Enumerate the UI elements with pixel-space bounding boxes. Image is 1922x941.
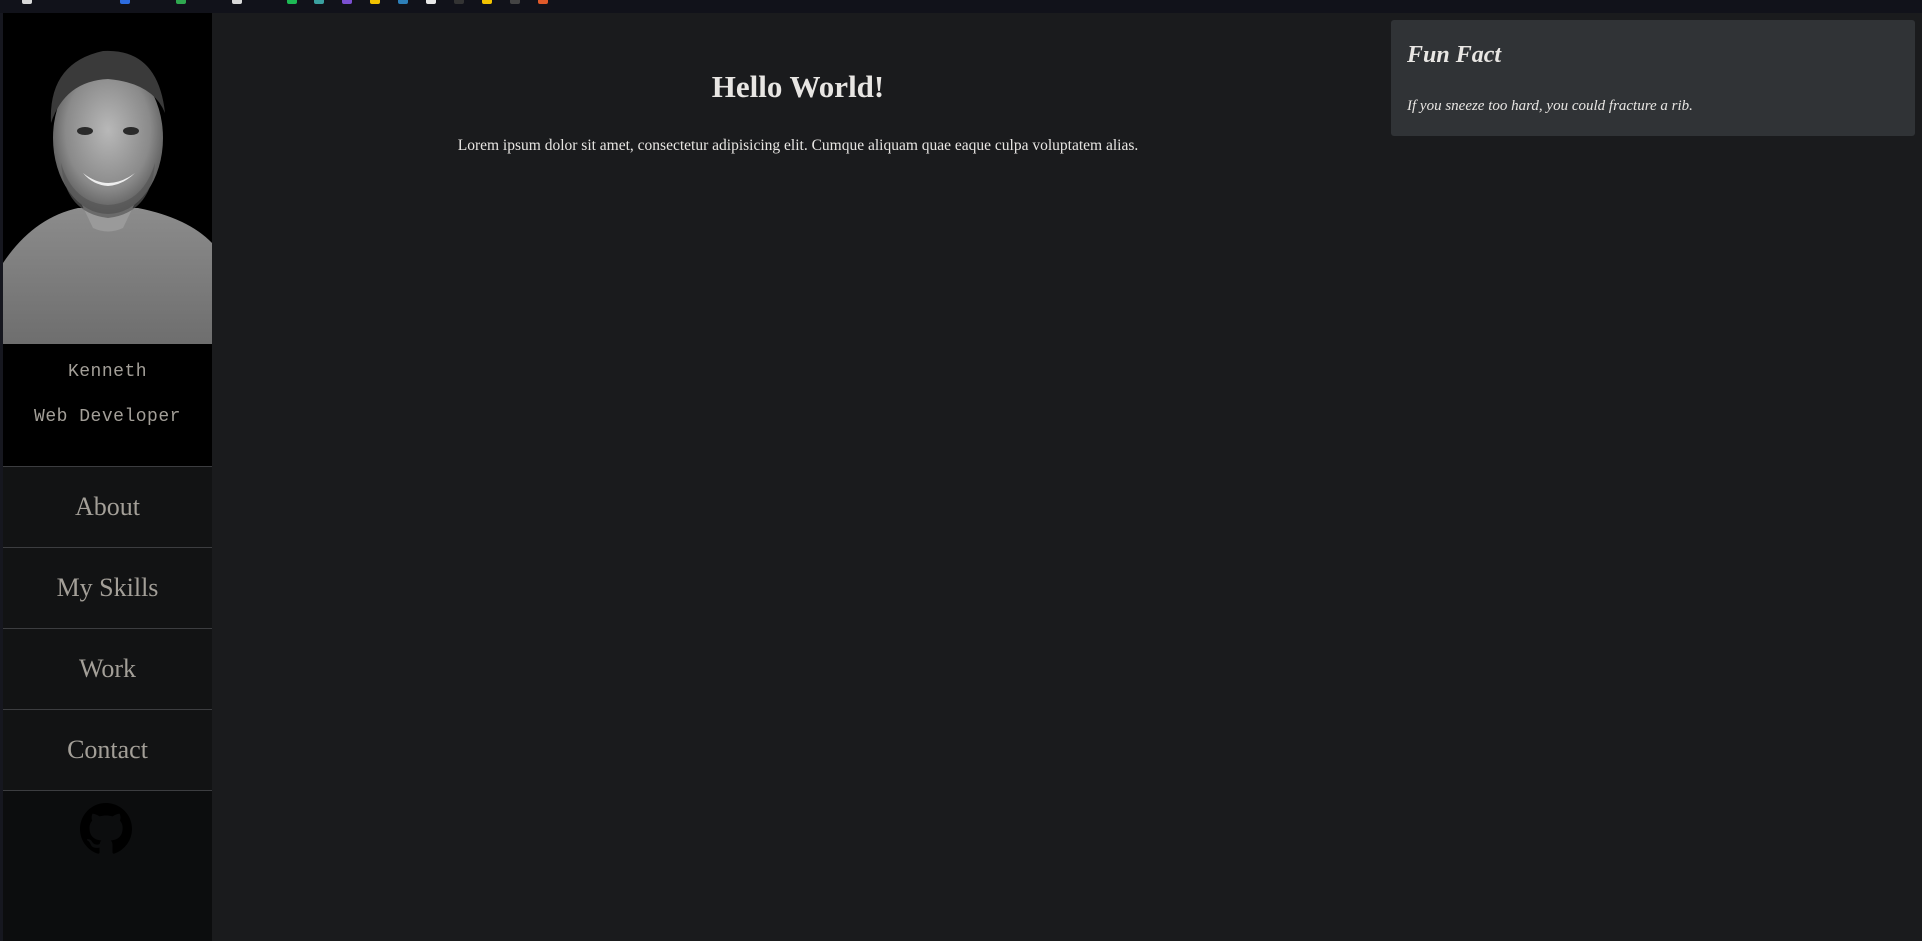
- browser-bookmarks-strip: [0, 0, 1922, 13]
- page-title: Hello World!: [711, 69, 885, 104]
- bookmark-icon[interactable]: [314, 0, 324, 4]
- bookmark-icon[interactable]: [482, 0, 492, 4]
- bookmark-icon[interactable]: [398, 0, 408, 4]
- nav-item-about[interactable]: About: [3, 466, 212, 547]
- bookmark-icon[interactable]: [342, 0, 352, 4]
- sidebar-nav: About My Skills Work Contact: [3, 466, 212, 791]
- sidebar: Kenneth Web Developer About My Skills Wo…: [0, 13, 212, 941]
- bookmark-icon[interactable]: [454, 0, 464, 4]
- bookmark-icon[interactable]: [538, 0, 548, 4]
- profile-portrait-image: [3, 13, 212, 344]
- profile-name: Kenneth: [67, 362, 148, 382]
- main-content: Hello World! Lorem ipsum dolor sit amet,…: [212, 13, 1922, 941]
- bookmark-icon[interactable]: [287, 0, 297, 4]
- bookmark-icon[interactable]: [232, 0, 242, 4]
- profile-photo: [3, 13, 212, 344]
- nav-item-contact[interactable]: Contact: [3, 709, 212, 791]
- bookmark-icon[interactable]: [176, 0, 186, 4]
- github-icon[interactable]: [80, 803, 132, 855]
- nav-item-work[interactable]: Work: [3, 628, 212, 709]
- intro-text: Lorem ipsum dolor sit amet, consectetur …: [457, 137, 1139, 154]
- fun-fact-title: Fun Fact: [1407, 42, 1502, 68]
- bookmark-icon[interactable]: [426, 0, 436, 4]
- profile-info: Kenneth Web Developer: [3, 344, 212, 466]
- fun-fact-card: Fun Fact If you sneeze too hard, you cou…: [1391, 20, 1915, 136]
- profile-role: Web Developer: [34, 407, 181, 427]
- bookmark-icon[interactable]: [120, 0, 130, 4]
- bookmark-icon[interactable]: [510, 0, 520, 4]
- bookmark-icon[interactable]: [370, 0, 380, 4]
- bookmark-icon[interactable]: [22, 0, 32, 4]
- fun-fact-text: If you sneeze too hard, you could fractu…: [1407, 98, 1693, 114]
- nav-item-my-skills[interactable]: My Skills: [3, 547, 212, 628]
